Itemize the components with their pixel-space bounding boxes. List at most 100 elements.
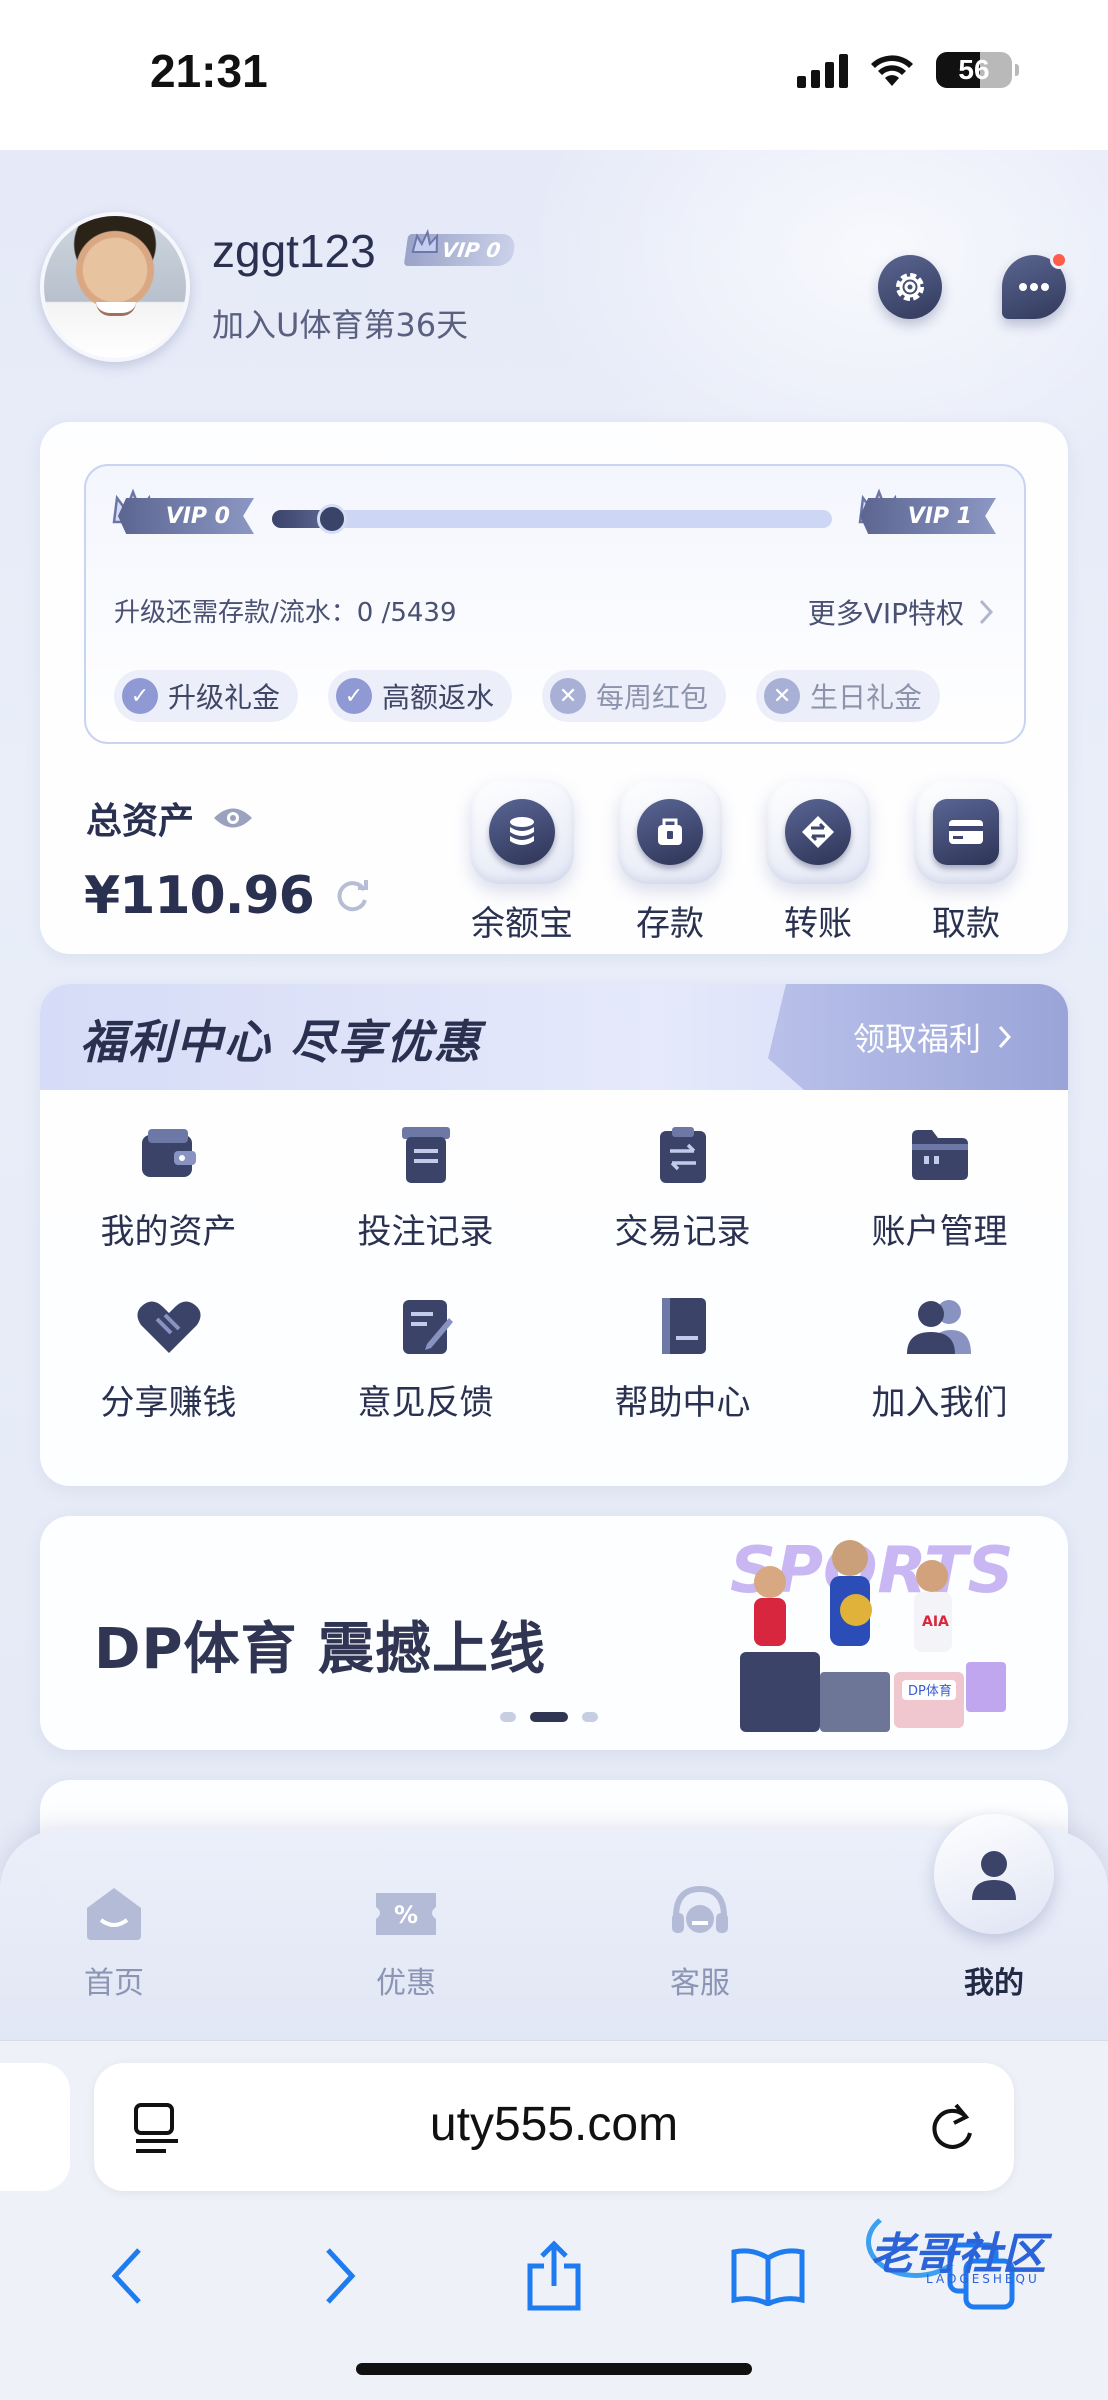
grid-label: 加入我们: [871, 1383, 1008, 1423]
currency-symbol: ¥: [84, 866, 120, 926]
notification-dot: [1050, 251, 1068, 269]
chevron-left-icon: [111, 2248, 141, 2304]
svg-text:AIA: AIA: [922, 1614, 949, 1630]
reload-icon[interactable]: [926, 2099, 978, 2155]
total-assets-label: 总资产: [86, 792, 254, 844]
more-vip-link[interactable]: 更多VIP特权: [808, 592, 994, 632]
help-center-item[interactable]: 帮助中心: [554, 1291, 811, 1424]
avatar[interactable]: [40, 212, 190, 362]
perk-label: 升级礼金: [168, 681, 281, 714]
svg-text:%: %: [394, 1901, 418, 1929]
refresh-icon[interactable]: [332, 876, 372, 916]
settings-button[interactable]: [878, 255, 942, 319]
coupon-icon: %: [376, 1893, 436, 1935]
grid-label: 我的资产: [100, 1212, 237, 1252]
bet-records-item[interactable]: 投注记录: [297, 1120, 554, 1253]
welfare-title: 福利中心 尽享优惠: [80, 1015, 483, 1069]
wallet-icon: [141, 1129, 196, 1177]
headset-icon: [672, 1885, 728, 1933]
back-button[interactable]: [82, 2231, 172, 2321]
home-indicator: [356, 2363, 752, 2375]
status-time: 21:31: [150, 45, 268, 97]
transfer-button[interactable]: 转账: [766, 780, 870, 945]
user-icon: [972, 1851, 1016, 1900]
share-earn-item[interactable]: 分享赚钱: [40, 1291, 297, 1424]
transaction-record-icon: [659, 1127, 706, 1183]
nav-promotions[interactable]: % 优惠: [326, 1878, 486, 2002]
nav-home[interactable]: 首页: [34, 1878, 194, 2002]
home-icon: [87, 1888, 141, 1940]
perk-upgrade-bonus[interactable]: ✓ 升级礼金: [114, 670, 299, 722]
nav-customer-service[interactable]: 客服: [620, 1878, 780, 2002]
asset-actions: 余额宝 存款 转账 取款: [470, 780, 1018, 945]
app-content: zggt123 VIP 0 加入U体育第36天 VIP 0 VIP 1 升级还需…: [0, 150, 1108, 2040]
folder-icon: [911, 1130, 968, 1180]
nav-profile-active-icon[interactable]: [934, 1814, 1054, 1934]
grid-label: 投注记录: [357, 1212, 494, 1252]
claim-welfare-button[interactable]: 领取福利: [768, 984, 1068, 1090]
vip-level-text: VIP 0: [440, 238, 503, 262]
battery-icon: 56: [936, 52, 1019, 88]
assets-number: 110.96: [119, 866, 315, 926]
bet-record-icon: [401, 1127, 450, 1183]
messages-button[interactable]: [1002, 251, 1068, 319]
share-button[interactable]: [509, 2231, 599, 2321]
grid-label: 交易记录: [614, 1212, 751, 1252]
nav-label: 我的: [964, 1966, 1024, 2001]
carousel-dot[interactable]: [500, 1712, 516, 1722]
grid-label: 帮助中心: [614, 1383, 751, 1423]
deposit-button[interactable]: 存款: [618, 780, 722, 945]
transaction-records-item[interactable]: 交易记录: [554, 1120, 811, 1253]
perk-weekly-redpacket[interactable]: ✕ 每周红包: [542, 670, 727, 722]
current-vip-tag: VIP 0: [118, 498, 254, 534]
share-icon: [527, 2240, 581, 2311]
feedback-item[interactable]: 意见反馈: [297, 1291, 554, 1424]
perk-birthday-bonus[interactable]: ✕ 生日礼金: [756, 670, 941, 722]
nav-label: 优惠: [376, 1966, 436, 2001]
perk-rebate[interactable]: ✓ 高额返水: [328, 670, 513, 722]
status-icons: 56: [797, 52, 1019, 88]
join-us-item[interactable]: 加入我们: [811, 1291, 1068, 1424]
nav-label: 客服: [670, 1966, 730, 2001]
withdraw-button[interactable]: 取款: [914, 780, 1018, 945]
book-icon: [731, 2248, 805, 2306]
welfare-header: 福利中心 尽享优惠 领取福利: [40, 984, 1068, 1090]
forward-button[interactable]: [295, 2231, 385, 2321]
nav-label: 首页: [84, 1966, 144, 2001]
yuebao-button[interactable]: 余额宝: [470, 780, 574, 945]
my-assets-item[interactable]: 我的资产: [40, 1120, 297, 1253]
wifi-icon: [871, 55, 913, 86]
welfare-center-card: 福利中心 尽享优惠 领取福利 我的资产 投注记录 交易记录 账户管理 分享赚钱 …: [40, 984, 1068, 1486]
chat-bubble-icon: [1019, 283, 1049, 291]
more-vip-label: 更多VIP特权: [807, 597, 964, 630]
perk-label: 每周红包: [596, 681, 709, 714]
help-book-icon: [661, 1298, 706, 1354]
chevron-right-icon: [979, 599, 994, 625]
vip-level-badge[interactable]: VIP 0: [403, 228, 517, 266]
cross-icon: ✕: [550, 678, 587, 714]
carousel-dot[interactable]: [582, 1712, 598, 1722]
promo-banner[interactable]: DP体育 震撼上线 SPORTS DP体育 AIA: [40, 1516, 1068, 1750]
address-bar[interactable]: uty555.com: [94, 2063, 1014, 2191]
card-icon: [949, 820, 983, 844]
chevron-right-icon: [326, 2248, 356, 2304]
upgrade-requirement: 升级还需存款/流水：0 /5439: [114, 592, 457, 629]
previous-tab[interactable]: [0, 2063, 70, 2191]
eye-icon[interactable]: [212, 805, 254, 831]
claim-welfare-label: 领取福利: [852, 1020, 981, 1058]
account-management-item[interactable]: 账户管理: [811, 1120, 1068, 1253]
total-assets-text: 总资产: [86, 801, 195, 842]
database-icon: [510, 817, 534, 845]
vip-progress-panel: VIP 0 VIP 1 升级还需存款/流水：0 /5439 更多VIP特权 ✓ …: [84, 464, 1026, 744]
feedback-icon: [402, 1300, 453, 1354]
bookmarks-button[interactable]: [723, 2231, 813, 2321]
svg-text:DP体育: DP体育: [908, 1683, 952, 1699]
gear-icon: [896, 273, 924, 301]
runner-icon: [317, 504, 347, 534]
check-icon: ✓: [336, 678, 373, 714]
join-days-text: 加入U体育第36天: [212, 306, 469, 344]
carousel-dot[interactable]: [530, 1712, 568, 1722]
action-label: 存款: [636, 904, 704, 944]
url-text: uty555.com: [429, 2098, 679, 2151]
grid-label: 账户管理: [871, 1212, 1008, 1252]
